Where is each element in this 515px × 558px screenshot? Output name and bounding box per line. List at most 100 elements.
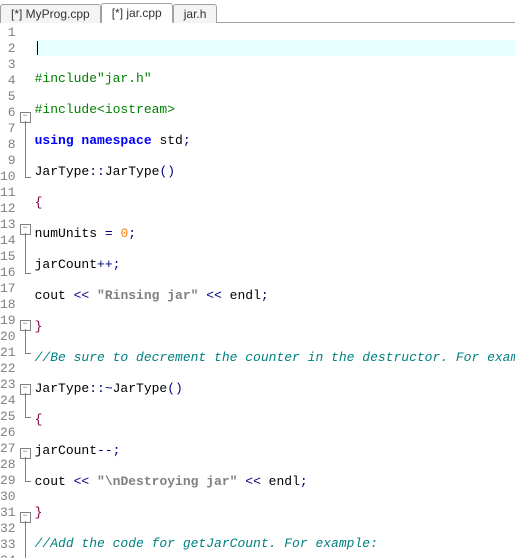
- op: ::~: [89, 381, 112, 396]
- line-number: 19: [0, 313, 16, 329]
- punct: ;: [300, 474, 308, 489]
- line-number: 16: [0, 265, 16, 281]
- line-number: 30: [0, 489, 16, 505]
- line-number: 23: [0, 377, 16, 393]
- fold-cell: [20, 281, 31, 297]
- punct: ;: [261, 288, 269, 303]
- paren: (): [167, 381, 183, 396]
- code-line[interactable]: jarCount--;: [35, 443, 515, 459]
- code-line[interactable]: }: [35, 505, 515, 521]
- line-number: 6: [0, 105, 16, 121]
- code-line[interactable]: }: [35, 319, 515, 335]
- identifier: endl: [222, 288, 261, 303]
- fold-cell: [20, 265, 31, 281]
- line-number: 2: [0, 41, 16, 57]
- paren: (): [159, 164, 175, 179]
- identifier: std: [152, 133, 183, 148]
- line-number: 13: [0, 217, 16, 233]
- brace: {: [35, 195, 43, 210]
- tab-label: jar.h: [184, 7, 207, 21]
- op: <<: [74, 474, 90, 489]
- op: <<: [245, 474, 261, 489]
- fold-cell: [20, 393, 31, 409]
- tab-label: [*] jar.cpp: [112, 6, 162, 20]
- line-number: 20: [0, 329, 16, 345]
- code-line[interactable]: cout << "\nDestroying jar" << endl;: [35, 474, 515, 490]
- string: "Rinsing jar": [89, 288, 206, 303]
- line-number: 18: [0, 297, 16, 313]
- line-number: 17: [0, 281, 16, 297]
- line-number: 27: [0, 441, 16, 457]
- brace: }: [35, 505, 43, 520]
- fold-cell: [20, 57, 31, 73]
- fold-cell: [20, 297, 31, 313]
- code-line[interactable]: using namespace std;: [35, 133, 515, 149]
- string: "\nDestroying jar": [89, 474, 245, 489]
- tab-jar-cpp[interactable]: [*] jar.cpp: [101, 3, 173, 23]
- code-line[interactable]: jarCount++;: [35, 257, 515, 273]
- op: <<: [206, 288, 222, 303]
- code-line[interactable]: #include"jar.h": [35, 71, 515, 87]
- punct: ;: [128, 226, 136, 241]
- line-number: 22: [0, 361, 16, 377]
- fold-cell: [20, 473, 31, 489]
- line-number: 8: [0, 137, 16, 153]
- fold-cell[interactable]: −: [20, 313, 31, 329]
- tab-label: [*] MyProg.cpp: [11, 7, 90, 21]
- code-line[interactable]: {: [35, 195, 515, 211]
- preprocessor: #include"jar.h": [35, 71, 152, 86]
- code-line[interactable]: numUnits = 0;: [35, 226, 515, 242]
- tab-jar-h[interactable]: jar.h: [173, 4, 218, 23]
- fold-cell: [20, 457, 31, 473]
- brace: {: [35, 412, 43, 427]
- code-line[interactable]: #include<iostream>: [35, 102, 515, 118]
- fold-gutter: − − − − − −: [20, 23, 31, 558]
- fold-cell: [20, 89, 31, 105]
- code-line[interactable]: {: [35, 412, 515, 428]
- fold-cell: [20, 41, 31, 57]
- punct: ;: [113, 257, 121, 272]
- fold-cell[interactable]: −: [20, 441, 31, 457]
- comment: //Add the code for getJarCount. For exam…: [35, 536, 378, 551]
- fold-cell: [20, 25, 31, 41]
- line-number: 31: [0, 505, 16, 521]
- fold-cell: [20, 489, 31, 505]
- fold-cell: [20, 121, 31, 137]
- line-number: 15: [0, 249, 16, 265]
- fold-cell: [20, 73, 31, 89]
- fold-cell[interactable]: −: [20, 505, 31, 521]
- preprocessor: #include<iostream>: [35, 102, 175, 117]
- fold-cell[interactable]: −: [20, 105, 31, 121]
- code-line[interactable]: [35, 40, 515, 56]
- fold-cell: [20, 425, 31, 441]
- line-number: 29: [0, 473, 16, 489]
- identifier: cout: [35, 474, 74, 489]
- tab-myprog[interactable]: [*] MyProg.cpp: [0, 4, 101, 23]
- op: ::: [89, 164, 105, 179]
- code-line[interactable]: //Add the code for getJarCount. For exam…: [35, 536, 515, 552]
- fold-cell[interactable]: −: [20, 217, 31, 233]
- line-number: 1: [0, 25, 16, 41]
- text-cursor-icon: [37, 41, 38, 55]
- line-number: 24: [0, 393, 16, 409]
- line-number: 11: [0, 185, 16, 201]
- line-number: 3: [0, 57, 16, 73]
- identifier: endl: [261, 474, 300, 489]
- op: =: [105, 226, 113, 241]
- fold-cell: [20, 249, 31, 265]
- identifier: jarCount: [35, 257, 97, 272]
- tab-bar: [*] MyProg.cpp [*] jar.cpp jar.h: [0, 0, 515, 23]
- code-line[interactable]: JarType::JarType(): [35, 164, 515, 180]
- code-line[interactable]: //Be sure to decrement the counter in th…: [35, 350, 515, 366]
- code-line[interactable]: cout << "Rinsing jar" << endl;: [35, 288, 515, 304]
- code-area[interactable]: #include"jar.h" #include<iostream> using…: [31, 23, 515, 558]
- op: ++: [97, 257, 113, 272]
- code-line[interactable]: JarType::~JarType(): [35, 381, 515, 397]
- op: --: [97, 443, 113, 458]
- fold-cell: [20, 409, 31, 425]
- line-number: 9: [0, 153, 16, 169]
- line-number: 25: [0, 409, 16, 425]
- fold-cell[interactable]: −: [20, 377, 31, 393]
- fold-cell: [20, 137, 31, 153]
- punct: ;: [113, 443, 121, 458]
